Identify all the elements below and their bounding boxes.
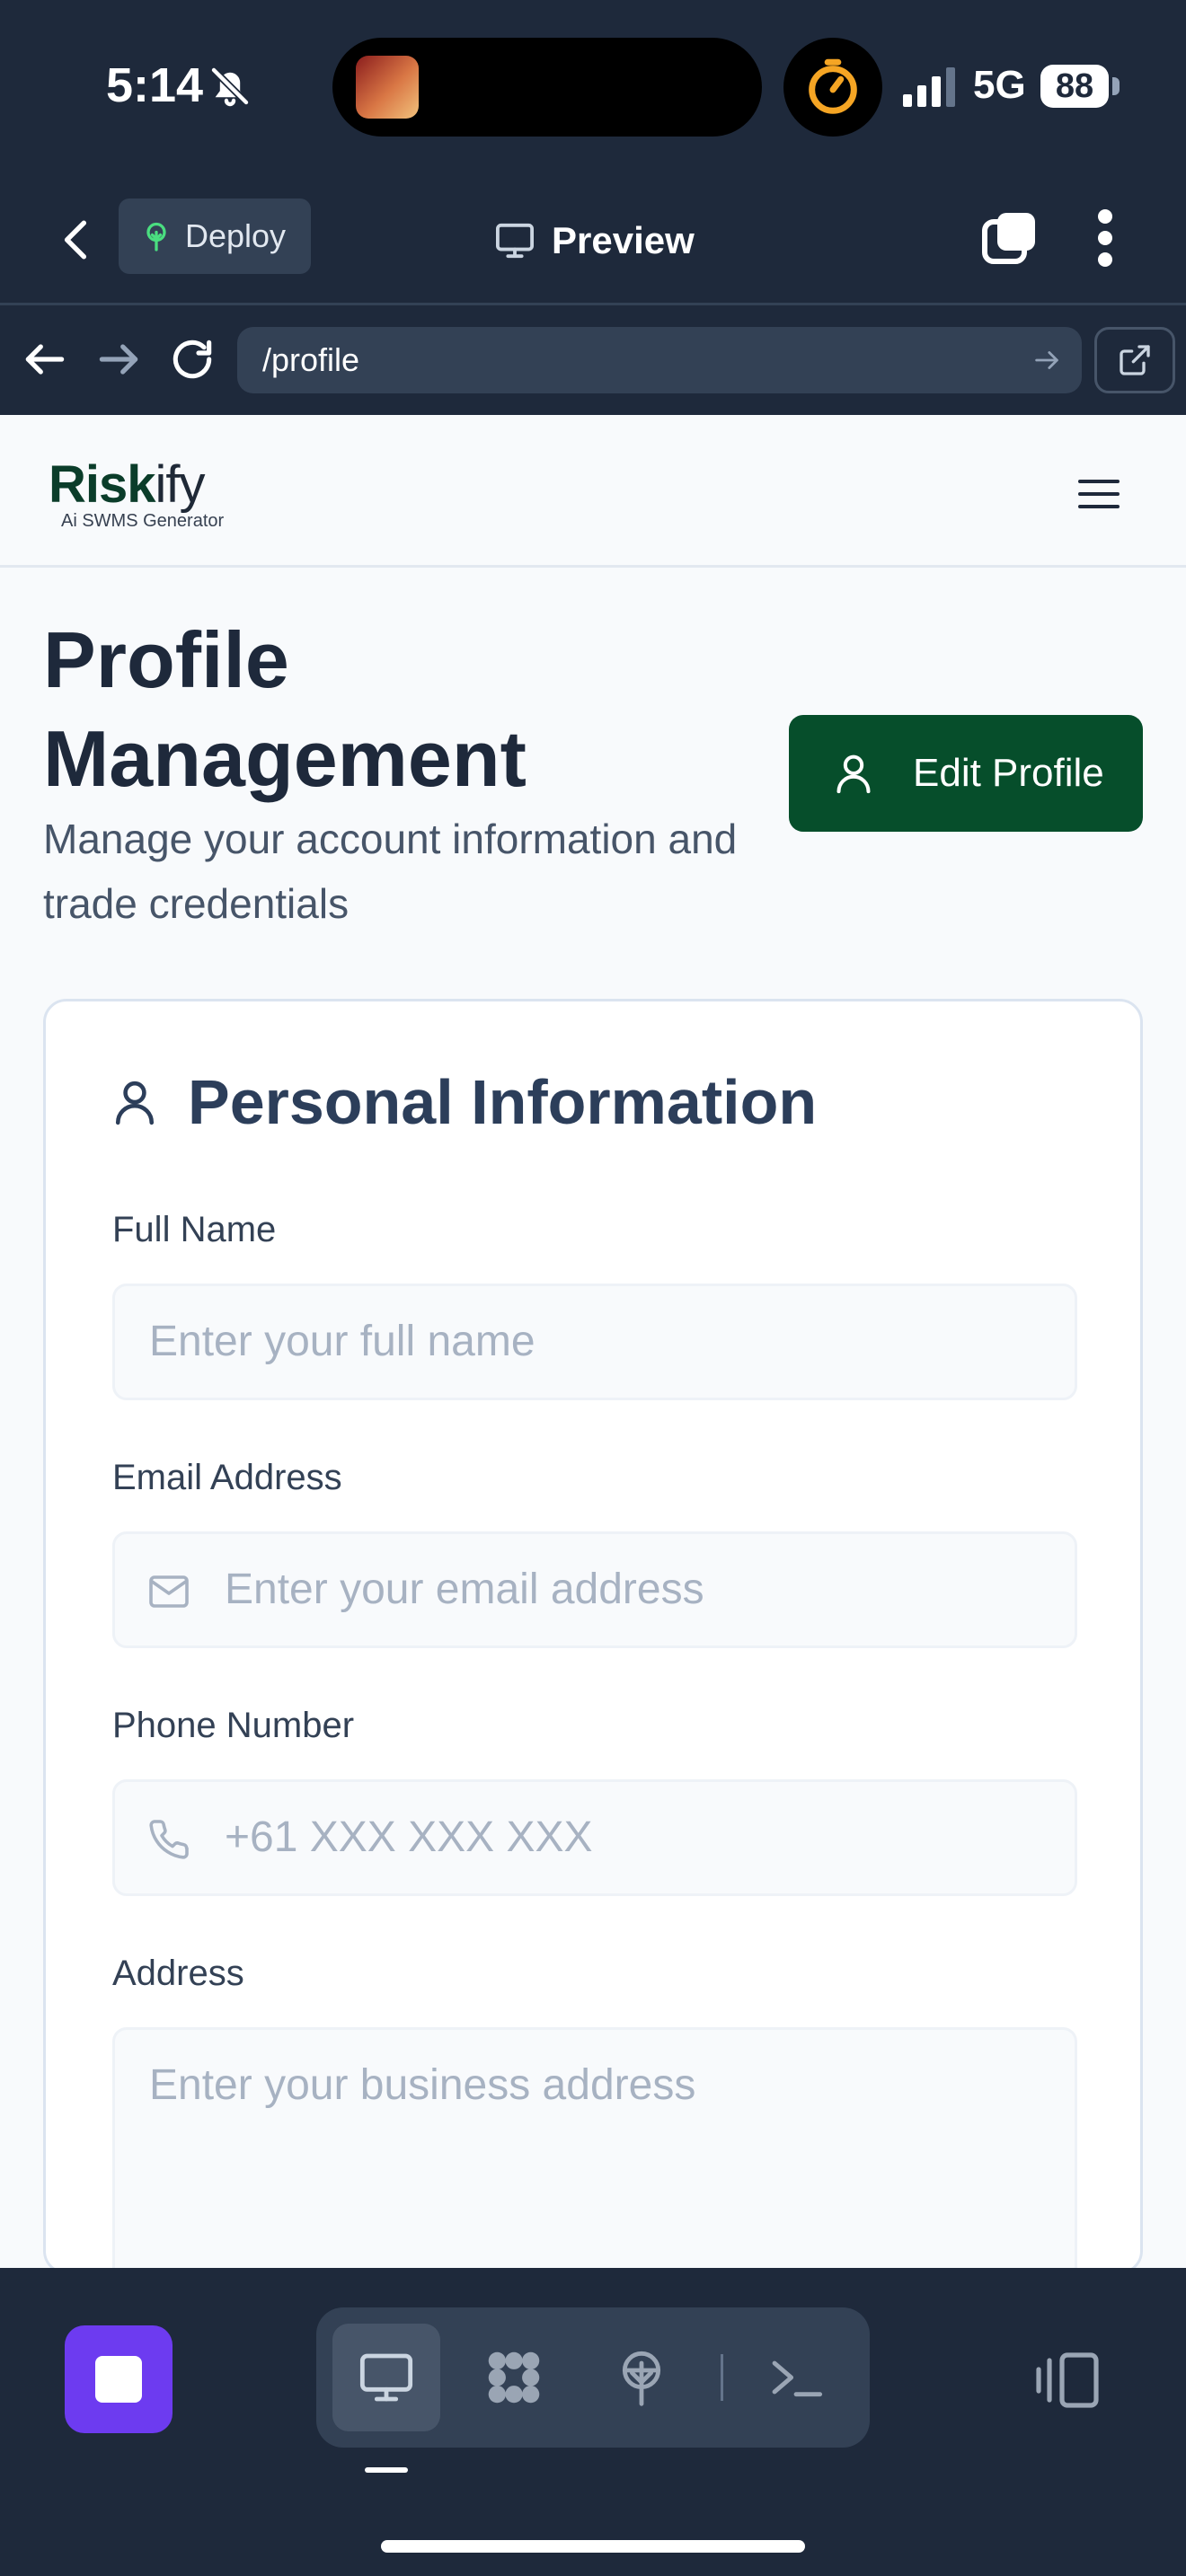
- email-label: Email Address: [112, 1458, 342, 1497]
- terminal-icon: [772, 2360, 823, 2397]
- active-tab-indicator: [365, 2467, 408, 2473]
- dynamic-island: [332, 38, 762, 137]
- apps-view-button[interactable]: [460, 2324, 568, 2431]
- monitor-icon: [359, 2353, 413, 2402]
- card-header: Personal Information: [112, 1066, 817, 1138]
- address-placeholder: Enter your business address: [149, 2061, 696, 2109]
- stop-button[interactable]: [65, 2325, 173, 2433]
- back-arrow-icon[interactable]: [20, 334, 70, 384]
- card-title: Personal Information: [188, 1067, 818, 1137]
- timer-pill: [783, 38, 882, 137]
- deploy-tree-icon: [146, 222, 166, 251]
- edit-profile-button[interactable]: Edit Profile: [789, 715, 1143, 832]
- bottom-toolbar: [0, 2268, 1186, 2576]
- user-icon: [115, 1081, 155, 1125]
- external-link-icon: [1120, 345, 1150, 375]
- preview-title: Preview: [494, 209, 695, 272]
- preview-label: Preview: [552, 219, 695, 261]
- shell-view-button[interactable]: [742, 2324, 850, 2431]
- phone-label: Phone Number: [112, 1706, 355, 1745]
- user-icon: [836, 754, 871, 794]
- phone-input[interactable]: +61 XXX XXX XXX: [112, 1779, 1077, 1896]
- site-header: Risk ify Ai SWMS Generator: [0, 415, 1186, 568]
- status-time: 5:14: [106, 58, 204, 112]
- logo-main: Risk: [49, 455, 156, 514]
- reload-icon[interactable]: [167, 334, 217, 384]
- email-placeholder: Enter your email address: [225, 1566, 704, 1613]
- battery-level: 88: [1040, 65, 1109, 108]
- toolbar-divider: [721, 2354, 723, 2401]
- address-textarea[interactable]: Enter your business address: [112, 2027, 1077, 2288]
- email-input[interactable]: Enter your email address: [112, 1531, 1077, 1648]
- full-name-label: Full Name: [112, 1210, 277, 1249]
- deploy-tree-icon: [622, 2351, 661, 2406]
- url-path: /profile: [262, 341, 360, 378]
- go-arrow-icon[interactable]: [1031, 345, 1062, 375]
- edit-profile-label: Edit Profile: [913, 751, 1104, 795]
- phone-placeholder: +61 XXX XXX XXX: [225, 1813, 593, 1861]
- deploy-view-button[interactable]: [588, 2324, 695, 2431]
- view-switcher: [316, 2307, 870, 2448]
- phone-icon: [149, 1820, 189, 1859]
- chevron-left-icon[interactable]: [54, 213, 99, 267]
- app-bar: Deploy Preview: [0, 175, 1186, 305]
- page-subtitle: Manage your account information and trad…: [43, 816, 738, 927]
- open-external-button[interactable]: [1094, 327, 1175, 393]
- address-label: Address: [112, 1954, 244, 1993]
- tabs-icon[interactable]: [981, 209, 1039, 267]
- signal-icon: [903, 67, 955, 107]
- riskify-logo[interactable]: Risk ify Ai SWMS Generator: [49, 454, 224, 532]
- now-playing-artwork: [356, 56, 419, 119]
- bell-slash-icon: [210, 66, 250, 107]
- full-name-input[interactable]: Enter your full name: [112, 1284, 1077, 1400]
- preview-view-button[interactable]: [332, 2324, 440, 2431]
- more-vertical-icon[interactable]: [1094, 209, 1116, 267]
- full-name-placeholder: Enter your full name: [149, 1318, 535, 1365]
- logo-tagline: Ai SWMS Generator: [61, 511, 225, 531]
- home-indicator: [381, 2540, 805, 2553]
- status-bar: 5:14 5G 88: [0, 0, 1186, 175]
- stopwatch-icon: [809, 58, 857, 114]
- logo-suffix: ify: [155, 455, 206, 514]
- battery-tip: [1112, 77, 1120, 95]
- monitor-icon: [496, 223, 534, 259]
- deploy-button[interactable]: Deploy: [119, 198, 311, 274]
- hamburger-icon[interactable]: [1076, 476, 1121, 512]
- panel-toggle-icon[interactable]: [1033, 2349, 1102, 2412]
- url-field[interactable]: /profile: [237, 327, 1082, 393]
- personal-info-card: Personal Information Full Name Enter you…: [43, 999, 1143, 2288]
- deploy-label: Deploy: [185, 217, 287, 254]
- url-bar: /profile: [0, 305, 1186, 415]
- network-type: 5G: [973, 63, 1026, 107]
- mail-icon: [149, 1575, 189, 1608]
- flower-grid-icon: [488, 2351, 540, 2404]
- page-title: Profile Management: [43, 615, 527, 803]
- logo-wordmark: Risk ify: [49, 454, 224, 515]
- forward-arrow-icon[interactable]: [93, 334, 144, 384]
